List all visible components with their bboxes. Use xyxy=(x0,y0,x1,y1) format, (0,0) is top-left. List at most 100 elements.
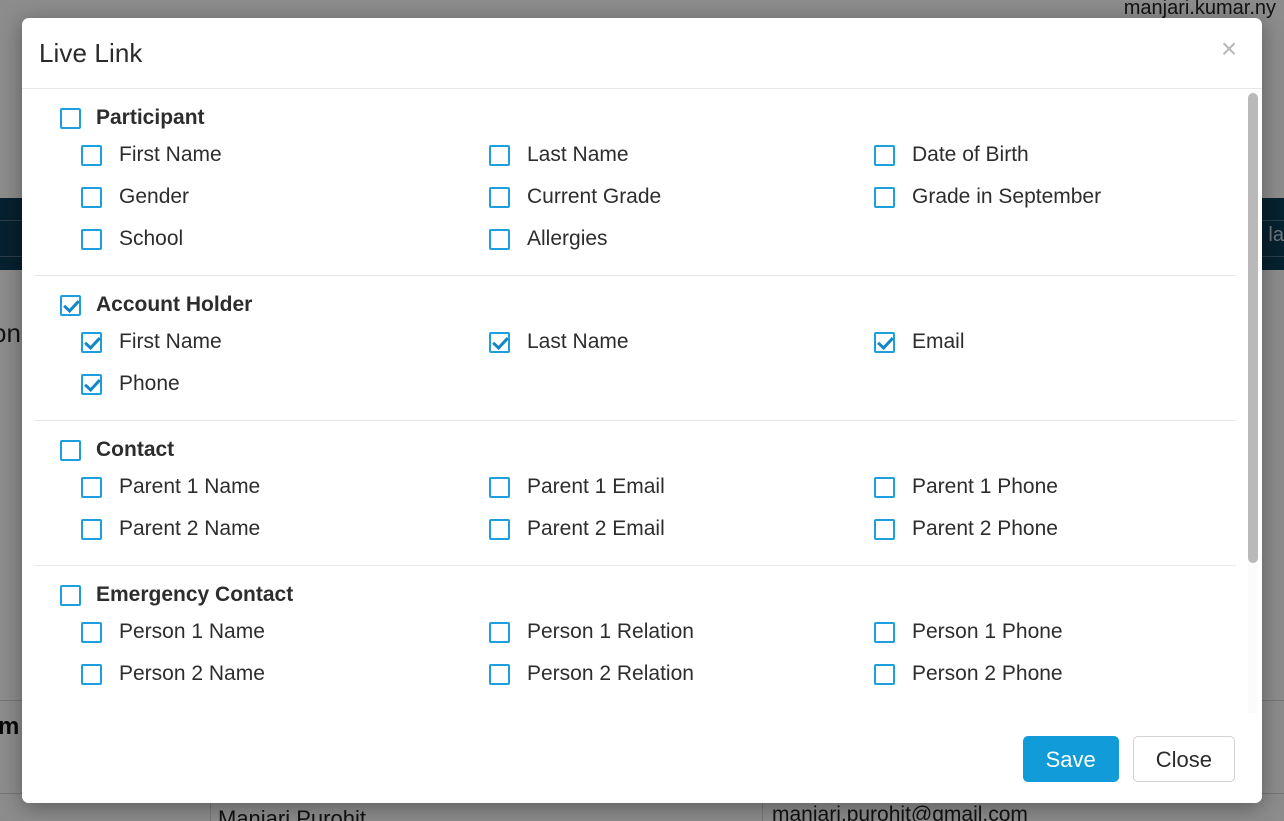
modal-body: Participant First Name Last Name Date of Bi… xyxy=(22,89,1262,715)
checkbox-field[interactable] xyxy=(81,187,102,208)
field-label: Person 2 Name xyxy=(119,662,265,686)
checkbox-field[interactable] xyxy=(489,622,510,643)
section-title: Contact xyxy=(96,438,174,462)
checkbox-field[interactable] xyxy=(81,332,102,353)
modal-scroll-area[interactable]: Participant First Name Last Name Date of Bi… xyxy=(22,89,1262,715)
modal-footer: Save Close xyxy=(22,715,1262,803)
field-item[interactable]: Current Grade xyxy=(489,178,874,216)
checkbox-field[interactable] xyxy=(489,229,510,250)
field-label: Email xyxy=(912,330,965,354)
field-grid-contact: Parent 1 Name Parent 1 Email Parent 1 Phon… xyxy=(81,468,1236,548)
field-label: Person 1 Name xyxy=(119,620,265,644)
close-icon[interactable]: × xyxy=(1214,34,1244,64)
field-label: Person 1 Relation xyxy=(527,620,694,644)
save-button[interactable]: Save xyxy=(1023,736,1119,782)
checkbox-field[interactable] xyxy=(874,332,895,353)
modal-header: Live Link × xyxy=(22,18,1262,89)
checkbox-field[interactable] xyxy=(874,664,895,685)
field-item[interactable]: Person 2 Phone xyxy=(874,655,1236,693)
section-header-participant: Participant xyxy=(60,106,1236,130)
field-item[interactable]: Last Name xyxy=(489,323,874,361)
checkbox-field[interactable] xyxy=(874,187,895,208)
field-label: Parent 2 Phone xyxy=(912,517,1058,541)
field-label: Allergies xyxy=(527,227,608,251)
modal-title: Live Link xyxy=(39,38,143,69)
field-label: Date of Birth xyxy=(912,143,1029,167)
section-header-account-holder: Account Holder xyxy=(60,293,1236,317)
checkbox-account-holder[interactable] xyxy=(60,295,81,316)
field-item[interactable]: Grade in September xyxy=(874,178,1236,216)
section-header-contact: Contact xyxy=(60,438,1236,462)
field-label: First Name xyxy=(119,143,222,167)
scrollbar-thumb[interactable] xyxy=(1248,93,1258,563)
field-item[interactable]: Person 2 Name xyxy=(81,655,489,693)
live-link-modal: Live Link × Participant First Name Last Na… xyxy=(22,18,1262,803)
field-label: Person 2 Relation xyxy=(527,662,694,686)
field-item[interactable]: Date of Birth xyxy=(874,136,1236,174)
section-contact: ContactParent 1 NameParent 1 EmailParent… xyxy=(35,421,1236,566)
field-label: Current Grade xyxy=(527,185,661,209)
checkbox-field[interactable] xyxy=(81,229,102,250)
section-title: Emergency Contact xyxy=(96,583,293,607)
checkbox-field[interactable] xyxy=(874,477,895,498)
checkbox-field[interactable] xyxy=(489,477,510,498)
checkbox-contact[interactable] xyxy=(60,440,81,461)
field-item[interactable]: Last Name xyxy=(489,136,874,174)
field-item[interactable]: Parent 2 Phone xyxy=(874,510,1236,548)
field-item[interactable]: First Name xyxy=(81,136,489,174)
screen: manjari.kumar.ny la on m Manjari Purohit… xyxy=(0,0,1284,821)
field-label: School xyxy=(119,227,183,251)
field-item[interactable]: First Name xyxy=(81,323,489,361)
field-label: Person 1 Phone xyxy=(912,620,1063,644)
checkbox-field[interactable] xyxy=(874,519,895,540)
section-account-holder: Account Holder First Name Last Name Email Ph… xyxy=(35,276,1236,421)
checkbox-field[interactable] xyxy=(81,477,102,498)
field-label: Parent 1 Email xyxy=(527,475,665,499)
field-grid-account-holder: First Name Last Name Email Phone xyxy=(81,323,1236,403)
field-label: Last Name xyxy=(527,143,629,167)
field-item[interactable]: Phone xyxy=(81,365,489,403)
section-title: Participant xyxy=(96,106,205,130)
field-label: Parent 2 Name xyxy=(119,517,260,541)
field-item[interactable]: Person 1 Relation xyxy=(489,613,874,651)
checkbox-field[interactable] xyxy=(489,519,510,540)
field-item[interactable]: Parent 1 Name xyxy=(81,468,489,506)
section-header-emergency-contact: Emergency Contact xyxy=(60,583,1236,607)
field-label: Phone xyxy=(119,372,180,396)
checkbox-field[interactable] xyxy=(81,664,102,685)
field-item[interactable]: Gender xyxy=(81,178,489,216)
section-list: Participant First Name Last Name Date of Bi… xyxy=(22,89,1262,710)
checkbox-field[interactable] xyxy=(81,519,102,540)
field-item[interactable]: Parent 2 Email xyxy=(489,510,874,548)
section-title: Account Holder xyxy=(96,293,252,317)
checkbox-field[interactable] xyxy=(489,332,510,353)
checkbox-field[interactable] xyxy=(874,622,895,643)
checkbox-field[interactable] xyxy=(874,145,895,166)
field-item[interactable]: Person 1 Name xyxy=(81,613,489,651)
field-item[interactable]: Parent 1 Phone xyxy=(874,468,1236,506)
checkbox-field[interactable] xyxy=(81,145,102,166)
field-item[interactable]: School xyxy=(81,220,489,258)
field-label: Last Name xyxy=(527,330,629,354)
field-item[interactable]: Person 2 Relation xyxy=(489,655,874,693)
field-grid-participant: First Name Last Name Date of Birth Gender Cu… xyxy=(81,136,1236,258)
close-button[interactable]: Close xyxy=(1133,736,1235,782)
checkbox-participant[interactable] xyxy=(60,108,81,129)
checkbox-field[interactable] xyxy=(489,187,510,208)
field-item[interactable]: Email xyxy=(874,323,1236,361)
checkbox-emergency-contact[interactable] xyxy=(60,585,81,606)
field-item[interactable]: Person 1 Phone xyxy=(874,613,1236,651)
field-label: Gender xyxy=(119,185,189,209)
checkbox-field[interactable] xyxy=(489,664,510,685)
checkbox-field[interactable] xyxy=(489,145,510,166)
field-label: Person 2 Phone xyxy=(912,662,1063,686)
field-item[interactable]: Parent 2 Name xyxy=(81,510,489,548)
checkbox-field[interactable] xyxy=(81,374,102,395)
field-grid-emergency-contact: Person 1 Name Person 1 Relation Person 1 P… xyxy=(81,613,1236,693)
section-participant: Participant First Name Last Name Date of Bi… xyxy=(35,89,1236,276)
field-item[interactable]: Parent 1 Email xyxy=(489,468,874,506)
field-item[interactable]: Allergies xyxy=(489,220,874,258)
checkbox-field[interactable] xyxy=(81,622,102,643)
field-label: Parent 1 Phone xyxy=(912,475,1058,499)
field-label: Parent 1 Name xyxy=(119,475,260,499)
